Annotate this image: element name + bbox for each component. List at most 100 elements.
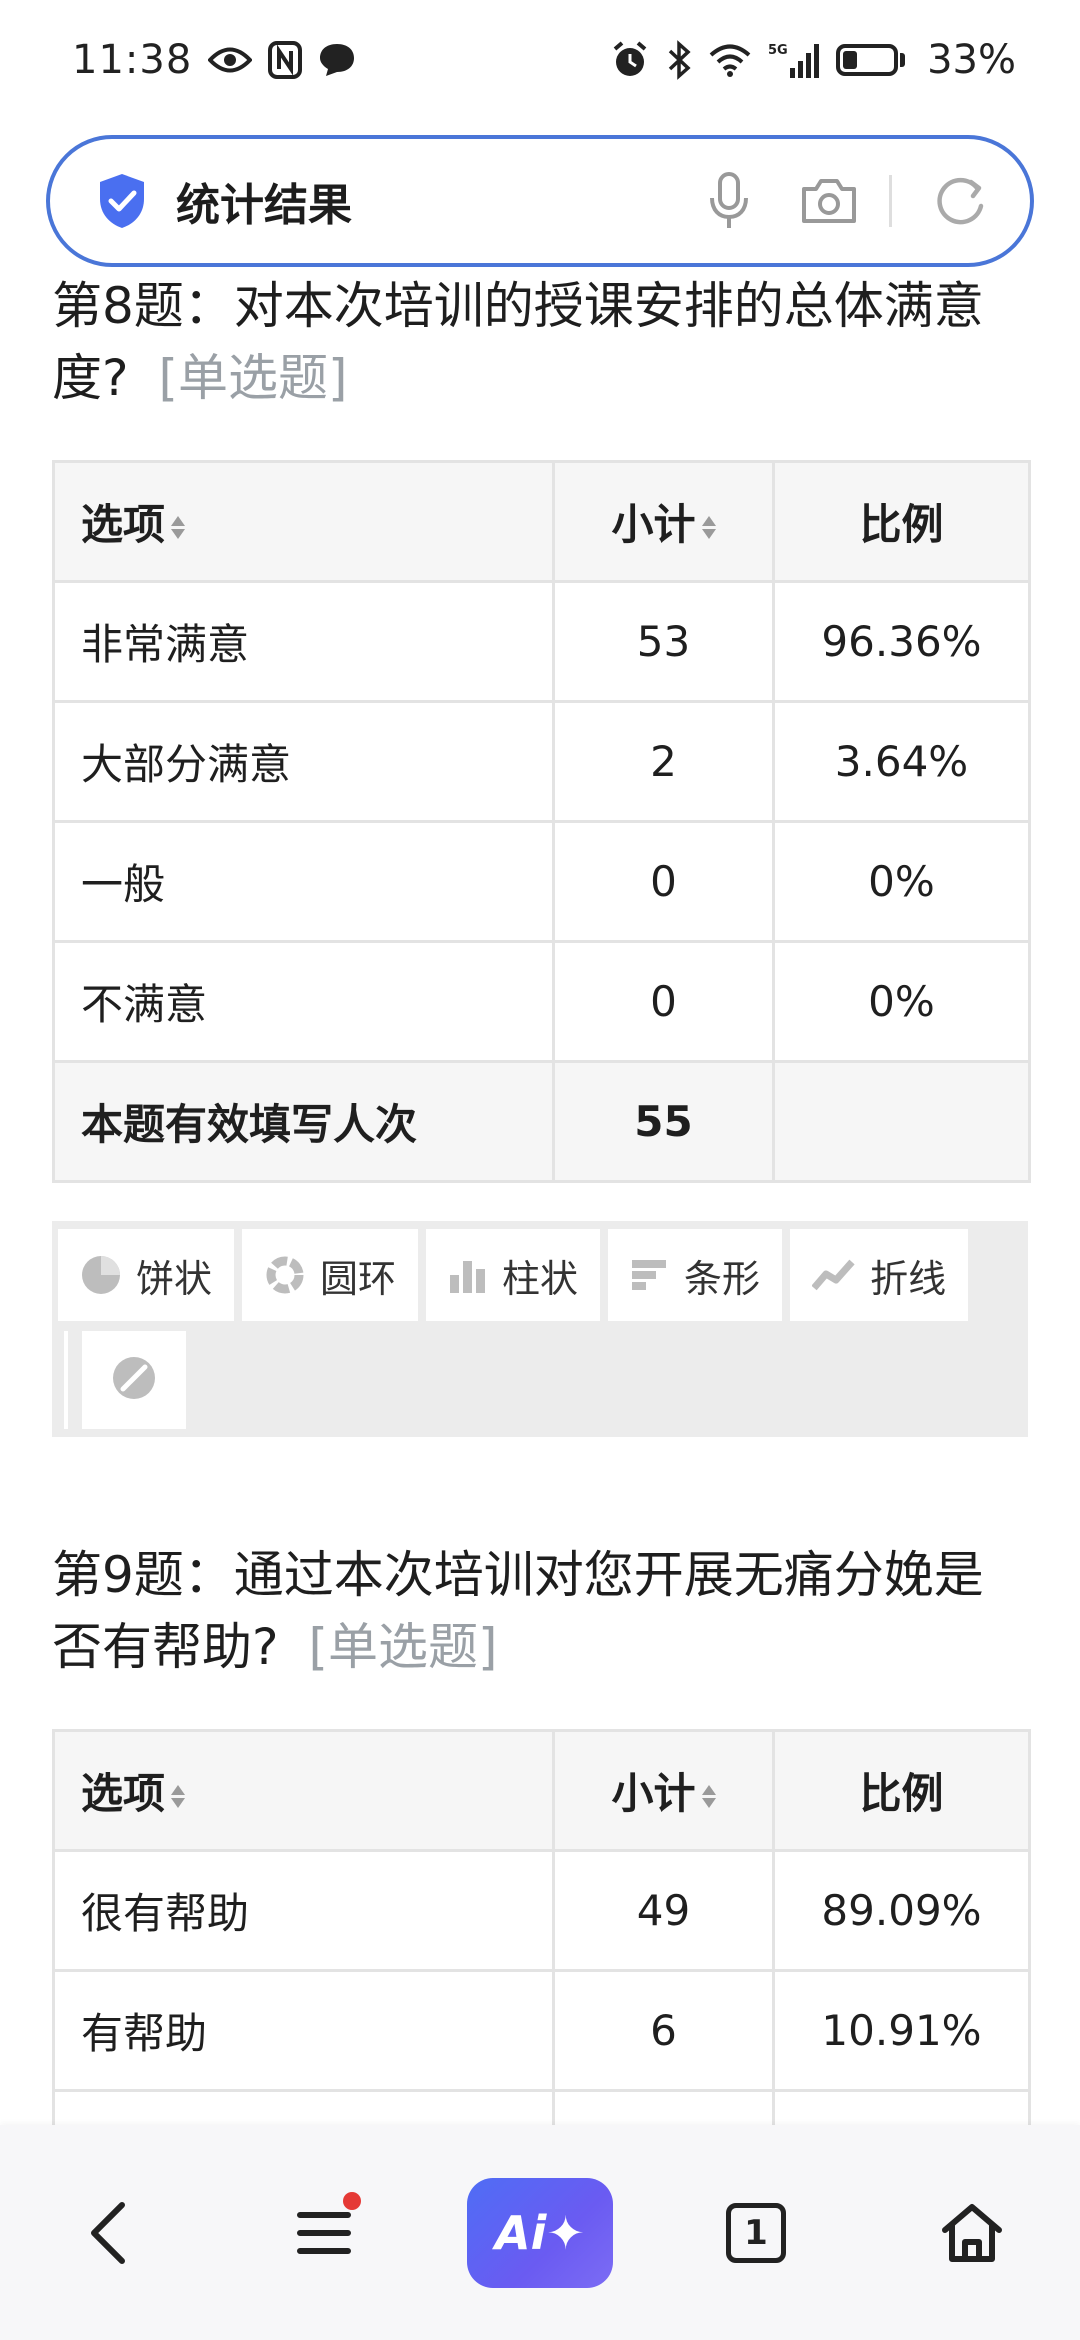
header-count[interactable]: 小计	[552, 1729, 775, 1852]
status-right: 5G 33%	[610, 37, 1016, 83]
table-row: 很有帮助 49 89.09%	[52, 1849, 1031, 1972]
chat-bubble-icon	[318, 38, 356, 82]
address-divider	[889, 175, 892, 227]
total-label: 本题有效填写人次	[52, 1060, 555, 1183]
nfc-icon	[268, 38, 303, 82]
ratio-cell: 89.09%	[772, 1849, 1031, 1972]
option-cell: 有帮助	[52, 1969, 555, 2092]
bluetooth-icon	[666, 38, 692, 82]
shield-check-icon	[100, 174, 144, 228]
option-cell: 不满意	[52, 940, 555, 1063]
ratio-cell: 0%	[772, 820, 1031, 943]
option-cell: 大部分满意	[52, 700, 555, 823]
chart-type-bar[interactable]: 柱状	[426, 1229, 601, 1321]
total-count: 55	[552, 1060, 775, 1183]
ai-label: Ai✦	[495, 2205, 585, 2260]
count-cell: 49	[552, 1849, 775, 1972]
chart-type-label: 折线	[870, 1256, 947, 1301]
table-header-row: 选项 小计 比例	[52, 460, 1031, 583]
table-row: 非常满意 53 96.36%	[52, 580, 1031, 703]
header-ratio: 比例	[772, 1729, 1031, 1852]
table-row: 有帮助 6 10.91%	[52, 1969, 1031, 2092]
notification-dot	[343, 2191, 361, 2210]
menu-icon	[297, 2211, 351, 2254]
total-row: 本题有效填写人次 55	[52, 1060, 1031, 1183]
ai-assistant-button[interactable]: Ai✦	[465, 2158, 615, 2308]
address-bar[interactable]: 统计结果	[46, 135, 1034, 267]
question-title: 第9题：通过本次培训对您开展无痛分娩是否有帮助? [单选题]	[52, 1539, 1028, 1683]
signal-icon: 5G	[768, 38, 820, 82]
back-button[interactable]	[33, 2158, 183, 2308]
tab-count: 1	[744, 2212, 768, 2253]
total-ratio	[772, 1060, 1031, 1183]
hide-chart-button[interactable]	[82, 1331, 186, 1429]
network-type-label: 5G	[768, 43, 788, 58]
chart-type-toolbar: 饼状 圆环 柱状 条形 折线	[52, 1221, 1028, 1437]
ratio-cell: 96.36%	[772, 580, 1031, 703]
count-cell: 2	[552, 700, 775, 823]
status-time: 11:38	[72, 37, 193, 83]
question-text: 第9题：通过本次培训对您开展无痛分娩是否有帮助?	[52, 1546, 984, 1676]
header-option[interactable]: 选项	[52, 1729, 555, 1852]
sort-icon[interactable]	[171, 1785, 186, 1808]
horizontal-bar-icon	[630, 1258, 670, 1292]
menu-button[interactable]	[249, 2158, 399, 2308]
chart-type-label: 柱状	[502, 1256, 579, 1301]
battery-level	[843, 51, 857, 69]
home-icon	[942, 2203, 1002, 2262]
option-cell: 很有帮助	[52, 1849, 555, 1972]
header-option[interactable]: 选项	[52, 460, 555, 583]
back-icon	[91, 2201, 125, 2264]
stats-table: 选项 小计 比例 非常满意 53 96.36% 大部分满意 2 3.64% 一般…	[52, 460, 1031, 1183]
count-cell: 0	[552, 820, 775, 943]
chart-type-label: 饼状	[136, 1256, 213, 1301]
alarm-icon	[610, 38, 650, 82]
bottom-navigation: Ai✦ 1	[0, 2125, 1080, 2340]
question-type: [单选题]	[308, 1618, 498, 1676]
screen: 11:38 5G 33% 统计结果 第8题：对本次培训的授课安排的总体满意度? …	[0, 0, 1080, 2340]
ratio-cell: 10.91%	[772, 1969, 1031, 2092]
count-cell: 6	[552, 1969, 775, 2092]
status-left: 11:38	[72, 37, 356, 83]
microphone-icon[interactable]	[697, 169, 761, 233]
table-row: 一般 0 0%	[52, 820, 1031, 943]
refresh-icon[interactable]	[928, 169, 992, 233]
chart-type-horizontal-bar[interactable]: 条形	[608, 1229, 783, 1321]
sort-icon[interactable]	[701, 1785, 716, 1808]
pie-chart-icon	[80, 1254, 122, 1296]
header-ratio: 比例	[772, 460, 1031, 583]
camera-icon[interactable]	[797, 169, 861, 233]
chart-type-donut[interactable]: 圆环	[242, 1229, 419, 1321]
wifi-icon	[708, 38, 752, 82]
sort-icon[interactable]	[701, 516, 716, 539]
question-type: [单选题]	[158, 349, 348, 407]
ratio-cell: 0%	[772, 940, 1031, 1063]
toolbar-divider	[64, 1331, 68, 1429]
battery-percent: 33%	[927, 37, 1016, 83]
question-title: 第8题：对本次培训的授课安排的总体满意度? [单选题]	[52, 270, 1028, 414]
sort-icon[interactable]	[171, 516, 186, 539]
eye-icon	[208, 38, 253, 82]
chart-type-label: 条形	[684, 1256, 761, 1301]
home-button[interactable]	[897, 2158, 1047, 2308]
chart-type-pie[interactable]: 饼状	[58, 1229, 235, 1321]
tabs-button[interactable]: 1	[681, 2158, 831, 2308]
ratio-cell: 3.64%	[772, 700, 1031, 823]
bar-chart-icon	[448, 1257, 488, 1293]
line-chart-icon	[812, 1258, 856, 1292]
count-cell: 53	[552, 580, 775, 703]
option-cell: 一般	[52, 820, 555, 943]
table-row: 大部分满意 2 3.64%	[52, 700, 1031, 823]
survey-results: 第8题：对本次培训的授课安排的总体满意度? [单选题] 选项 小计 比例 非常满意…	[0, 270, 1080, 2212]
header-count[interactable]: 小计	[552, 460, 775, 583]
chart-type-label: 圆环	[320, 1256, 397, 1301]
table-row: 不满意 0 0%	[52, 940, 1031, 1063]
battery-icon	[836, 38, 906, 82]
donut-chart-icon	[264, 1254, 306, 1296]
status-bar: 11:38 5G 33%	[0, 0, 1080, 120]
table-header-row: 选项 小计 比例	[52, 1729, 1031, 1852]
count-cell: 0	[552, 940, 775, 1063]
chart-type-line[interactable]: 折线	[790, 1229, 969, 1321]
tabs-icon: 1	[726, 2202, 786, 2263]
page-title[interactable]: 统计结果	[176, 169, 661, 233]
